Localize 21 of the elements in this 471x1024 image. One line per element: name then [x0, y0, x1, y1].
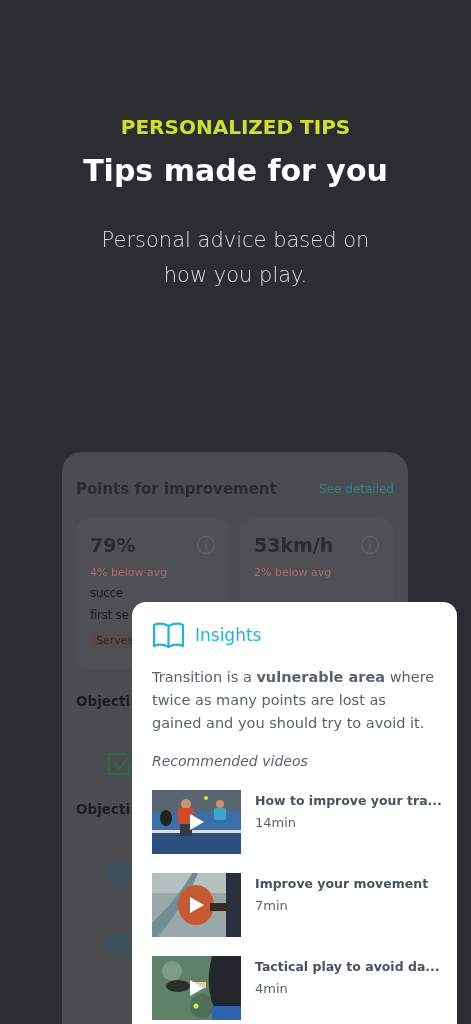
- video-title[interactable]: Tactical play to avoid da...: [255, 958, 440, 977]
- play-icon[interactable]: [190, 814, 204, 830]
- popup-title: Insights: [195, 624, 262, 648]
- video-duration: 14min: [255, 813, 298, 832]
- video-duration: 7min: [255, 896, 289, 915]
- play-icon[interactable]: [190, 980, 204, 996]
- book-icon: [152, 622, 185, 650]
- videos-heading: Recommended videos: [152, 752, 309, 771]
- target-icon: [106, 931, 132, 957]
- target-icon: [106, 859, 132, 885]
- video-duration: 4min: [255, 979, 289, 998]
- video-title[interactable]: Improve your movement: [255, 875, 429, 894]
- checkbox-icon: [106, 750, 132, 777]
- insight-text: Transition is a vulnerable area where twice as many points are lost as gained and you should try to avoid it.: [152, 668, 436, 733]
- page-title: Tips made for you: [83, 152, 388, 190]
- video-title[interactable]: How to improve your tra...: [255, 792, 442, 811]
- eyebrow-title: PERSONALIZED TIPS: [120, 114, 351, 141]
- stat-delta: 4% below avg: [90, 565, 169, 581]
- subtitle: Personal advice based on how you play.: [100, 227, 371, 289]
- play-icon[interactable]: [190, 897, 204, 913]
- stat-delta: 2% below avg: [254, 565, 333, 581]
